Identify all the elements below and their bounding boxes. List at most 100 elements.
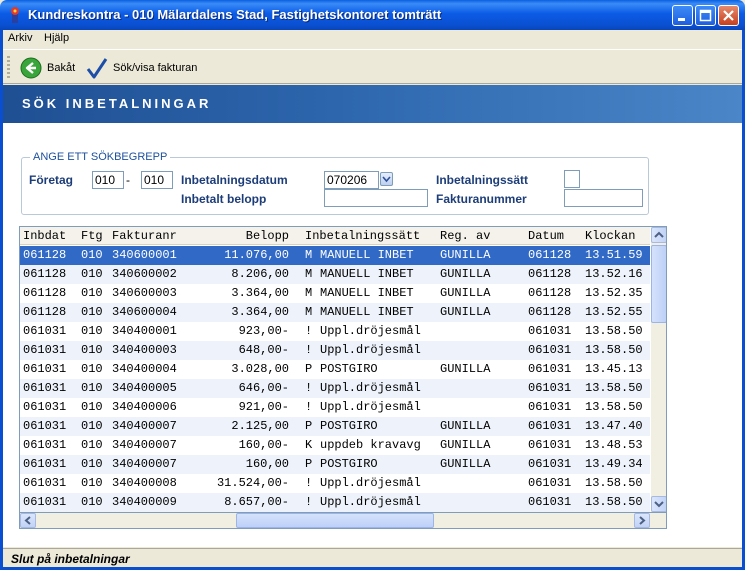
vertical-scrollbar[interactable] xyxy=(651,227,666,512)
menu-arkiv[interactable]: Arkiv xyxy=(8,32,32,44)
table-header: Inbdat Ftg Fakturanr Belopp Inbetalnings… xyxy=(20,227,650,245)
cell-faktura: 340400003 xyxy=(112,343,177,357)
cell-reg: GUNILLA xyxy=(440,457,491,471)
scroll-left-button[interactable] xyxy=(20,513,36,528)
maximize-button[interactable] xyxy=(695,5,716,26)
table-row[interactable]: 061031 010 340400007 160,00 P POSTGIRO GUNILLA… xyxy=(20,455,650,474)
cell-klockan: 13.49.34 xyxy=(585,457,643,471)
scroll-up-button[interactable] xyxy=(651,227,666,243)
cell-klockan: 13.58.50 xyxy=(585,324,643,338)
table-row[interactable]: 061031 010 340400001 923,00-! Uppl.dröjesmål… xyxy=(20,322,650,341)
cell-klockan: 13.48.53 xyxy=(585,438,643,452)
cell-kod: M xyxy=(305,286,313,300)
table-row[interactable]: 061128 010 340600002 8.206,00 M MANUELL INBET… xyxy=(20,265,650,284)
table-row[interactable]: 061128 010 340600004 3.364,00 M MANUELL INBET… xyxy=(20,303,650,322)
cell-faktura: 340400009 xyxy=(112,495,177,509)
inbetalt-belopp-input[interactable] xyxy=(324,189,428,207)
window-frame-left xyxy=(0,30,3,570)
fakturanummer-input[interactable] xyxy=(564,189,643,207)
cell-inbdat: 061031 xyxy=(23,324,67,338)
cell-klockan: 13.52.55 xyxy=(585,305,643,319)
cell-inbdat: 061031 xyxy=(23,362,67,376)
cell-inbdat: 061031 xyxy=(23,495,67,509)
col-inbdat[interactable]: Inbdat xyxy=(23,229,66,243)
page-title: SÖK INBETALNINGAR xyxy=(22,96,212,111)
chevron-left-icon xyxy=(24,516,31,525)
cell-datum: 061031 xyxy=(528,343,572,357)
search-invoice-button[interactable]: Sök/visa fakturan xyxy=(86,55,197,81)
cell-inbdat: 061031 xyxy=(23,476,67,490)
cell-klockan: 13.58.50 xyxy=(585,381,643,395)
range-dash: - xyxy=(126,173,130,187)
foretag-from-input[interactable] xyxy=(92,171,124,189)
scroll-right-button[interactable] xyxy=(634,513,650,528)
cell-faktura: 340600003 xyxy=(112,286,177,300)
title-bar[interactable]: Kundreskontra - 010 Mälardalens Stad, Fa… xyxy=(0,0,745,30)
cell-satt: Uppl.dröjesmål xyxy=(320,324,421,338)
foretag-to-input[interactable] xyxy=(141,171,173,189)
cell-satt: POSTGIRO xyxy=(320,457,378,471)
col-belopp[interactable]: Belopp xyxy=(194,229,289,243)
cell-belopp: 3.364,00 xyxy=(231,305,289,319)
vertical-scroll-thumb[interactable] xyxy=(651,245,666,323)
table-row[interactable]: 061031 010 340400009 8.657,00-! Uppl.dröjesm… xyxy=(20,493,650,512)
table-row[interactable]: 061128 010 340600001 11.076,00 M MANUELL INBE… xyxy=(20,246,650,265)
cell-datum: 061031 xyxy=(528,419,572,433)
scroll-down-button[interactable] xyxy=(651,496,666,512)
cell-inbdat: 061128 xyxy=(23,248,67,262)
cell-ftg: 010 xyxy=(81,324,103,338)
horizontal-scroll-thumb[interactable] xyxy=(236,513,434,528)
cell-kod: P xyxy=(305,362,313,376)
inbetalt-belopp-label: Inbetalt belopp xyxy=(181,192,267,206)
cell-ftg: 010 xyxy=(81,286,103,300)
cell-ftg: 010 xyxy=(81,438,103,452)
cell-kod: P xyxy=(305,419,313,433)
cell-datum: 061031 xyxy=(528,400,572,414)
cell-datum: 061031 xyxy=(528,381,572,395)
table-row[interactable]: 061031 010 340400007 160,00- Kuppdeb kravavg… xyxy=(20,436,650,455)
close-button[interactable] xyxy=(718,5,739,26)
status-text: Slut på inbetalningar xyxy=(11,552,130,566)
cell-ftg: 010 xyxy=(81,400,103,414)
table-row[interactable]: 061128 010 340600003 3.364,00 M MANUELL INBET… xyxy=(20,284,650,303)
cell-inbdat: 061031 xyxy=(23,457,67,471)
table-row[interactable]: 061031 010 340400006 921,00-! Uppl.dröjesmål… xyxy=(20,398,650,417)
back-button[interactable]: Bakåt xyxy=(20,55,75,81)
payments-table[interactable]: Inbdat Ftg Fakturanr Belopp Inbetalnings… xyxy=(19,226,667,513)
col-reg-av[interactable]: Reg. av xyxy=(440,229,490,243)
inbetalningsdatum-input[interactable] xyxy=(324,171,379,189)
cell-klockan: 13.58.50 xyxy=(585,343,643,357)
horizontal-scrollbar[interactable] xyxy=(19,513,667,529)
col-fakturanr[interactable]: Fakturanr xyxy=(112,229,177,243)
menu-hjalp[interactable]: Hjälp xyxy=(44,32,69,44)
cell-belopp: 3.364,00 xyxy=(231,286,289,300)
date-picker-button[interactable] xyxy=(380,172,393,186)
col-ftg[interactable]: Ftg xyxy=(81,229,103,243)
foretag-label: Företag xyxy=(29,173,74,187)
cell-inbdat: 061128 xyxy=(23,305,67,319)
cell-faktura: 340400007 xyxy=(112,419,177,433)
inbetalningssatt-input[interactable] xyxy=(564,170,580,188)
search-invoice-label: Sök/visa fakturan xyxy=(113,62,198,74)
cell-kod: ! xyxy=(305,324,313,338)
cell-ftg: 010 xyxy=(81,248,103,262)
toolbar-grip[interactable] xyxy=(7,56,10,80)
table-row[interactable]: 061031 010 340400003 648,00-! Uppl.dröjesmål… xyxy=(20,341,650,360)
table-row[interactable]: 061031 010 340400008 31.524,00-! Uppl.dröjes… xyxy=(20,474,650,493)
cell-ftg: 010 xyxy=(81,457,103,471)
col-klockan[interactable]: Klockan xyxy=(585,229,635,243)
cell-faktura: 340400001 xyxy=(112,324,177,338)
col-datum[interactable]: Datum xyxy=(528,229,564,243)
cell-faktura: 340400007 xyxy=(112,438,177,452)
col-inbetalningssatt[interactable]: Inbetalningssätt xyxy=(305,229,420,243)
cell-klockan: 13.52.16 xyxy=(585,267,643,281)
minimize-button[interactable] xyxy=(672,5,693,26)
cell-ftg: 010 xyxy=(81,419,103,433)
table-row[interactable]: 061031 010 340400004 3.028,00 P POSTGIRO GUNIL… xyxy=(20,360,650,379)
cell-reg: GUNILLA xyxy=(440,305,491,319)
table-row[interactable]: 061031 010 340400005 646,00-! Uppl.dröjesmål… xyxy=(20,379,650,398)
cell-kod: ! xyxy=(305,400,313,414)
cell-satt: MANUELL INBET xyxy=(320,305,414,319)
table-row[interactable]: 061031 010 340400007 2.125,00 P POSTGIRO GUNIL… xyxy=(20,417,650,436)
cell-satt: POSTGIRO xyxy=(320,419,378,433)
